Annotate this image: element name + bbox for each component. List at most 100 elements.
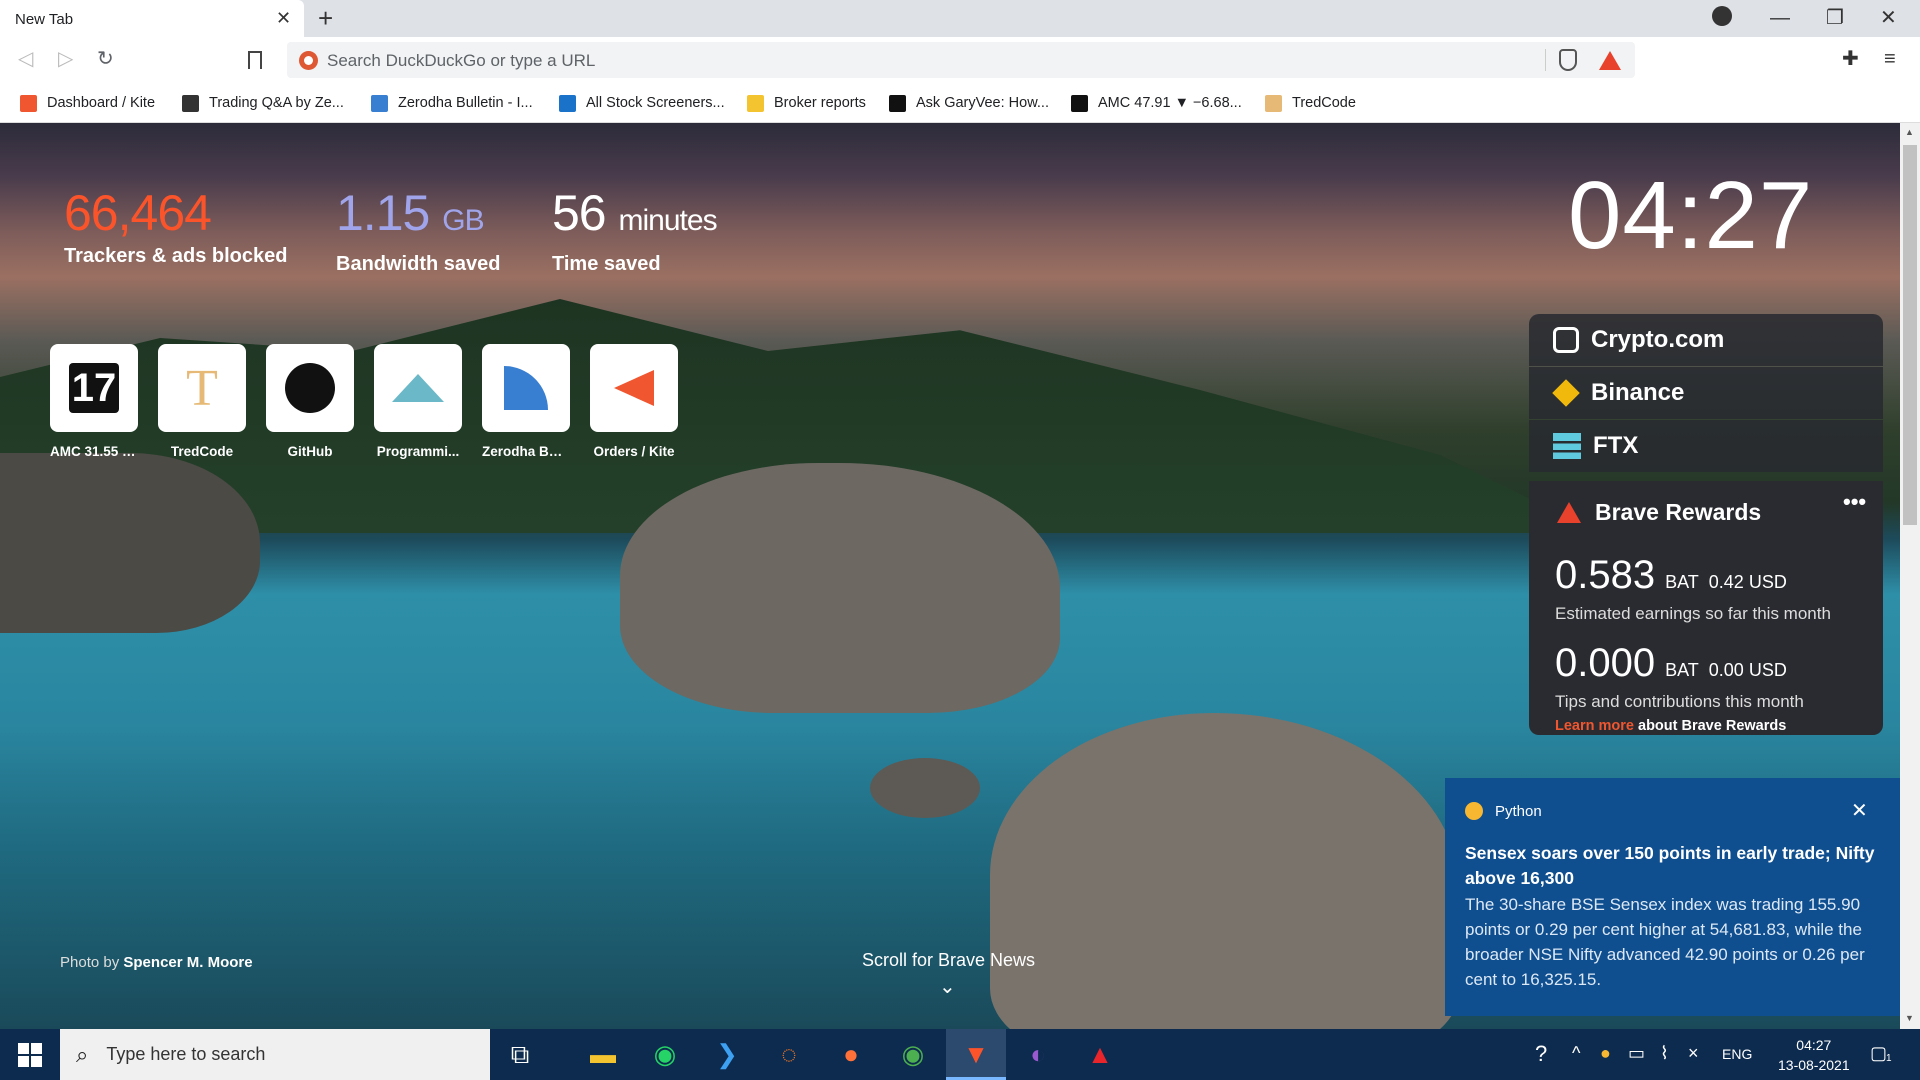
cryptocom-icon xyxy=(1553,327,1579,353)
tips-unit: BAT xyxy=(1665,660,1699,680)
help-icon[interactable]: ? xyxy=(1535,1041,1547,1067)
time-stat: 56 minutes Time saved xyxy=(552,183,718,276)
scroll-for-news[interactable]: Scroll for Brave News xyxy=(862,950,1035,971)
top-site[interactable]: Orders / Kite xyxy=(590,344,678,459)
python-tray-icon[interactable]: ● xyxy=(1600,1043,1611,1064)
scroll-up-icon[interactable]: ▲ xyxy=(1905,127,1914,137)
clock-time: 04:27 xyxy=(1796,1037,1832,1053)
notification-count: 1 xyxy=(1886,1053,1892,1064)
chrome-icon[interactable]: ◉ xyxy=(883,1029,943,1080)
top-site-label: Zerodha Bull... xyxy=(482,444,570,459)
tab-strip: New Tab ✕ + — ❐ ✕ xyxy=(0,0,1920,37)
scroll-down-icon[interactable]: ▼ xyxy=(1905,1013,1914,1023)
widget-label: Crypto.com xyxy=(1591,326,1725,353)
top-site-label: AMC 31.55 ▼... xyxy=(50,444,138,459)
duckduckgo-icon xyxy=(299,51,318,70)
learn-more-link[interactable]: Learn more xyxy=(1555,718,1634,734)
bookmark-item[interactable]: Ask GaryVee: How... xyxy=(889,93,1049,113)
top-site[interactable]: GitHub xyxy=(266,344,354,459)
windows-start-icon[interactable] xyxy=(18,1043,42,1067)
bookmark-label: Zerodha Bulletin - I... xyxy=(398,95,533,111)
acrobat-icon[interactable]: ▲ xyxy=(1070,1029,1130,1080)
close-tab-icon[interactable]: ✕ xyxy=(276,8,291,29)
bookmark-item[interactable]: All Stock Screeners... xyxy=(559,93,725,113)
zerodha-bulletin-icon xyxy=(371,94,388,112)
background-photo xyxy=(870,758,980,818)
top-site[interactable]: T TredCode xyxy=(158,344,246,459)
tab-search-icon[interactable] xyxy=(1712,6,1732,26)
top-site-label: Programmi... xyxy=(376,444,460,459)
taskbar-search[interactable]: ⌕ Type here to search xyxy=(60,1029,490,1080)
zerodha-icon xyxy=(482,344,570,432)
menu-icon[interactable]: ≡ xyxy=(1884,47,1896,71)
windows-notification[interactable]: Python ✕ Sensex soars over 150 points in… xyxy=(1445,778,1900,1016)
file-explorer-icon[interactable]: ▬ xyxy=(573,1029,633,1080)
bookmark-item[interactable]: Trading Q&A by Ze... xyxy=(182,93,344,113)
jupyter-icon[interactable]: ◌ xyxy=(759,1029,819,1080)
brave-shields-icon[interactable] xyxy=(1559,49,1577,71)
tradingview-icon xyxy=(1071,94,1088,112)
search-placeholder: Type here to search xyxy=(106,1044,266,1064)
restore-icon[interactable]: ❐ xyxy=(1826,4,1844,32)
widget-label: FTX xyxy=(1593,432,1639,459)
top-site[interactable]: Zerodha Bull... xyxy=(482,344,570,459)
photo-credit-name[interactable]: Spencer M. Moore xyxy=(123,954,252,971)
kite-icon xyxy=(20,94,37,112)
bookmark-item[interactable]: TredCode xyxy=(1265,93,1356,113)
new-tab-button[interactable]: + xyxy=(318,4,333,32)
minimize-icon[interactable]: — xyxy=(1770,4,1790,32)
firefox-icon[interactable]: ● xyxy=(821,1029,881,1080)
tor-icon[interactable]: ◐ xyxy=(1008,1029,1068,1080)
divider xyxy=(1545,49,1546,71)
top-site[interactable]: 17 AMC 31.55 ▼... xyxy=(50,344,138,459)
binance-widget[interactable]: Binance xyxy=(1529,367,1883,419)
address-bar[interactable]: Search DuckDuckGo or type a URL xyxy=(287,42,1635,78)
tips-desc: Tips and contributions this month xyxy=(1555,692,1804,711)
binance-icon xyxy=(1552,379,1580,407)
ftx-icon xyxy=(1553,433,1581,459)
brave-rewards-icon[interactable] xyxy=(1599,51,1621,70)
cryptocom-widget[interactable]: Crypto.com xyxy=(1529,314,1883,366)
system-clock[interactable]: 04:27 13-08-2021 xyxy=(1778,1035,1850,1075)
forward-icon[interactable]: ▷ xyxy=(58,47,73,71)
task-view-icon[interactable]: ⧉ xyxy=(490,1029,550,1080)
bookmark-label: Ask GaryVee: How... xyxy=(916,95,1049,111)
reload-icon[interactable]: ↻ xyxy=(97,47,114,71)
bookmark-item[interactable]: Zerodha Bulletin - I... xyxy=(371,93,533,113)
bookmark-icon[interactable] xyxy=(248,51,262,69)
notification-app: Python xyxy=(1495,802,1542,820)
ftx-widget[interactable]: FTX xyxy=(1529,420,1883,472)
learn-more-text: about Brave Rewards xyxy=(1633,718,1787,734)
tab-new-tab[interactable]: New Tab ✕ xyxy=(0,0,304,37)
battery-icon[interactable]: ▭ xyxy=(1628,1043,1645,1064)
network-icon[interactable]: ⌇ xyxy=(1660,1043,1669,1064)
bookmark-label: Dashboard / Kite xyxy=(47,95,156,111)
language-indicator[interactable]: ENG xyxy=(1722,1046,1752,1062)
bookmark-item[interactable]: AMC 47.91 ▼ −6.68... xyxy=(1071,93,1242,113)
scrollbar[interactable]: ▲ ▼ xyxy=(1900,123,1920,1029)
whatsapp-icon[interactable]: ◉ xyxy=(635,1029,695,1080)
close-icon[interactable]: ✕ xyxy=(1851,798,1868,823)
folder-icon xyxy=(747,94,764,112)
vscode-icon[interactable]: ❯ xyxy=(697,1029,757,1080)
scrollbar-thumb[interactable] xyxy=(1903,145,1917,525)
bandwidth-value: 1.15 xyxy=(336,185,430,241)
chartink-icon xyxy=(559,94,576,112)
brave-rewards-widget: Brave Rewards ••• 0.583 BAT 0.42 USD Estim… xyxy=(1529,481,1883,735)
earnings-desc: Estimated earnings so far this month xyxy=(1555,604,1831,623)
back-icon[interactable]: ◁ xyxy=(18,47,33,71)
chevron-up-icon[interactable]: ^ xyxy=(1572,1043,1580,1064)
brave-icon[interactable]: ▼ xyxy=(946,1029,1006,1080)
learn-more: Learn more about Brave Rewards xyxy=(1555,718,1786,734)
action-center-icon[interactable]: ▢ xyxy=(1870,1043,1887,1064)
close-window-icon[interactable]: ✕ xyxy=(1880,4,1897,32)
tradingview-icon: 17 xyxy=(50,344,138,432)
chevron-down-icon[interactable]: ⌄ xyxy=(939,974,956,999)
bookmark-item[interactable]: Broker reports xyxy=(747,93,866,113)
top-site[interactable]: Programmi... xyxy=(374,344,462,459)
bookmark-item[interactable]: Dashboard / Kite xyxy=(20,93,155,113)
more-options-icon[interactable]: ••• xyxy=(1843,489,1866,515)
volume-muted-icon[interactable]: × xyxy=(1688,1043,1699,1064)
widget-label: Binance xyxy=(1591,379,1685,406)
extensions-icon[interactable]: ✚ xyxy=(1842,47,1859,71)
